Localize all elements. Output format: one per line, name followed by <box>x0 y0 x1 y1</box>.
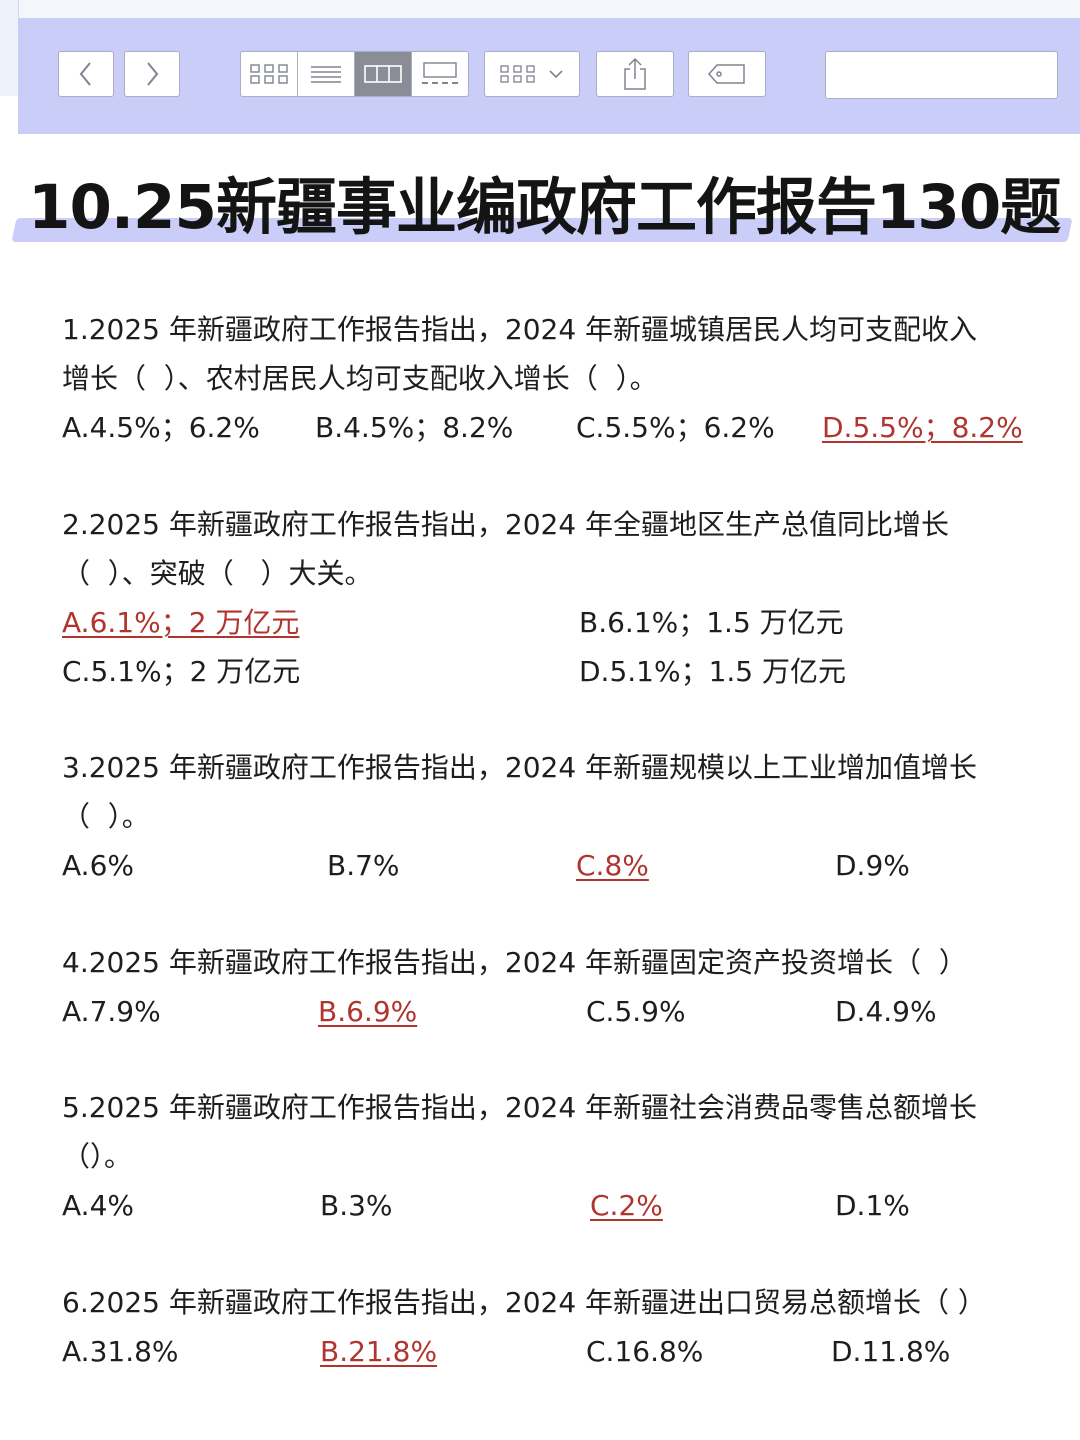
option-row: A.7.9% B.6.9% C.5.9% D.4.9% <box>62 987 1042 1036</box>
tag-icon <box>707 64 745 84</box>
question-item: 5.2025 年新疆政府工作报告指出，2024 年新疆社会消费品零售总额增长 （）… <box>62 1083 1042 1230</box>
question-item: 4.2025 年新疆政府工作报告指出，2024 年新疆固定资产投资增长（ ） A.… <box>62 938 1042 1036</box>
answer-option: B.4.5%；8.2% <box>315 411 514 444</box>
window-left-edge <box>0 0 19 96</box>
option-row: A.6% B.7% C.8% D.9% <box>62 841 1042 890</box>
tag-button[interactable] <box>688 51 766 97</box>
option-row: A.6.1%；2 万亿元 B.6.1%；1.5 万亿元 <box>62 598 1042 647</box>
answer-option: C.5.1%；2 万亿元 <box>62 655 301 688</box>
question-item: 3.2025 年新疆政府工作报告指出，2024 年新疆规模以上工业增加值增长 （ … <box>62 743 1042 890</box>
search-field[interactable] <box>825 51 1073 99</box>
answer-option: C.16.8% <box>586 1335 704 1368</box>
icon-view-icon <box>250 64 288 84</box>
answer-option: B.7% <box>327 849 400 882</box>
group-by-icon <box>500 65 535 83</box>
answer-option: A.4.5%；6.2% <box>62 411 260 444</box>
answer-option-correct: C.2% <box>590 1189 663 1222</box>
answer-option: D.9% <box>835 849 910 882</box>
answer-option: A.6% <box>62 849 134 882</box>
answer-option: C.5.9% <box>586 995 686 1028</box>
group-by-button[interactable] <box>484 51 580 97</box>
question-text-line: 增长（ ）、农村居民人均可支配收入增长（ ）。 <box>62 362 658 395</box>
forward-button[interactable] <box>124 51 180 97</box>
answer-option: D.1% <box>835 1189 910 1222</box>
search-input[interactable] <box>844 54 1073 96</box>
question-text-line: 5.2025 年新疆政府工作报告指出，2024 年新疆社会消费品零售总额增长 <box>62 1091 978 1124</box>
question-text-line: 3.2025 年新疆政府工作报告指出，2024 年新疆规模以上工业增加值增长 <box>62 751 978 784</box>
page-title: 10.25新疆事业编政府工作报告130题 <box>28 172 1061 243</box>
window-top-strip <box>0 0 1080 18</box>
option-row: C.5.1%；2 万亿元 D.5.1%；1.5 万亿元 <box>62 647 1042 696</box>
question-text-line: （ ）。 <box>62 800 150 833</box>
chevron-right-icon <box>147 62 159 86</box>
back-button[interactable] <box>58 51 114 97</box>
column-view-icon <box>364 65 402 83</box>
question-text-line: 4.2025 年新疆政府工作报告指出，2024 年新疆固定资产投资增长（ ） <box>62 946 967 979</box>
option-row: A.31.8% B.21.8% C.16.8% D.11.8% <box>62 1327 1042 1376</box>
question-text-line: 2.2025 年新疆政府工作报告指出，2024 年全疆地区生产总值同比增长 <box>62 508 950 541</box>
question-text-line: （）。 <box>62 1140 133 1173</box>
question-text-line: （ ）、突破（ ）大关。 <box>62 557 373 590</box>
chevron-down-icon <box>549 70 563 79</box>
answer-option: B.6.1%；1.5 万亿元 <box>579 606 844 639</box>
answer-option: D.5.1%；1.5 万亿元 <box>579 655 847 688</box>
option-row: A.4% B.3% C.2% D.1% <box>62 1181 1042 1230</box>
page-title-block: 10.25新疆事业编政府工作报告130题 <box>0 160 1080 260</box>
list-view-icon <box>311 66 341 83</box>
share-button[interactable] <box>596 51 674 97</box>
answer-option: A.7.9% <box>62 995 161 1028</box>
column-view-button[interactable] <box>355 52 412 96</box>
gallery-view-button[interactable] <box>412 52 468 96</box>
chevron-left-icon <box>79 62 91 86</box>
answer-option-correct: B.21.8% <box>320 1335 438 1368</box>
gallery-view-icon <box>422 62 458 84</box>
answer-option: C.5.5%；6.2% <box>576 411 775 444</box>
share-icon <box>624 57 646 90</box>
answer-option-correct: B.6.9% <box>318 995 418 1028</box>
question-text-line: 1.2025 年新疆政府工作报告指出，2024 年新疆城镇居民人均可支配收入 <box>62 313 978 346</box>
question-item: 2.2025 年新疆政府工作报告指出，2024 年全疆地区生产总值同比增长 （ ）… <box>62 500 1042 696</box>
icon-view-button[interactable] <box>241 52 298 96</box>
answer-option: A.31.8% <box>62 1335 179 1368</box>
question-item: 1.2025 年新疆政府工作报告指出，2024 年新疆城镇居民人均可支配收入 增长… <box>62 305 1042 452</box>
finder-toolbar <box>18 18 1080 134</box>
view-mode-segmented-control <box>240 51 469 97</box>
answer-option: B.3% <box>320 1189 393 1222</box>
answer-option: D.11.8% <box>831 1335 951 1368</box>
answer-option-correct: D.5.5%；8.2% <box>822 411 1023 444</box>
answer-option: D.4.9% <box>835 995 937 1028</box>
answer-option-correct: A.6.1%；2 万亿元 <box>62 606 300 639</box>
answer-option: A.4% <box>62 1189 134 1222</box>
list-view-button[interactable] <box>298 52 355 96</box>
option-row: A.4.5%；6.2% B.4.5%；8.2% C.5.5%；6.2% D.5.5%；… <box>62 403 1042 452</box>
answer-option-correct: C.8% <box>576 849 649 882</box>
question-text-line: 6.2025 年新疆政府工作报告指出，2024 年新疆进出口贸易总额增长（ ） <box>62 1286 986 1319</box>
question-item: 6.2025 年新疆政府工作报告指出，2024 年新疆进出口贸易总额增长（ ） A… <box>62 1278 1042 1376</box>
